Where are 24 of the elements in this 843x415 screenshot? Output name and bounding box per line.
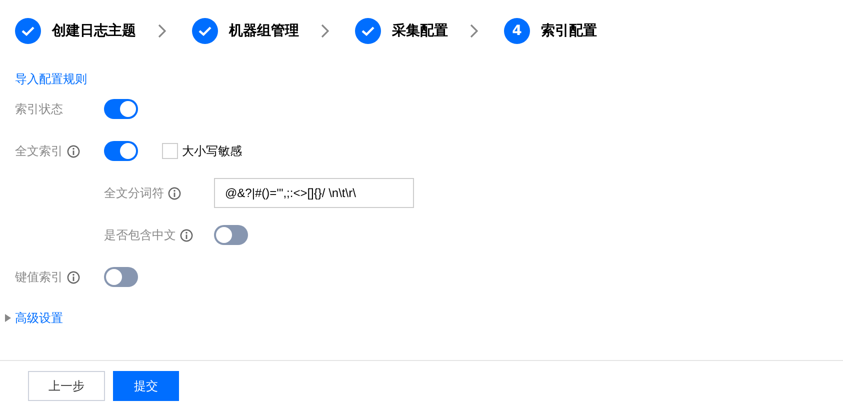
field-label: 键值索引 [15, 269, 63, 286]
step-number: 4 [504, 18, 530, 44]
input-field[interactable]: @&?|#()='",;:<>[]{}/ \n\t\r\ [214, 178, 414, 208]
toggle-switch[interactable] [104, 141, 138, 161]
checkbox-label: 大小写敏感 [182, 143, 242, 160]
toggle-switch[interactable] [104, 267, 138, 287]
advanced-settings-link[interactable]: 高级设置 [15, 309, 63, 327]
toggle-switch[interactable] [214, 225, 248, 245]
step-label: 采集配置 [392, 22, 448, 40]
field-label: 是否包含中文 [104, 227, 176, 244]
toggle-switch[interactable] [104, 99, 138, 119]
chevron-icon [321, 24, 329, 38]
field-label: 索引状态 [15, 101, 63, 118]
chevron-icon [470, 24, 478, 38]
field-label: 全文分词符 [104, 185, 164, 202]
step-label: 索引配置 [541, 22, 597, 40]
checkbox[interactable] [162, 143, 178, 159]
step-label: 创建日志主题 [52, 22, 136, 40]
field-label: 全文索引 [15, 143, 63, 160]
import-link[interactable]: 导入配置规则 [15, 62, 843, 88]
chevron-icon [158, 24, 166, 38]
step-label: 机器组管理 [229, 22, 299, 40]
submit-button[interactable]: 提交 [113, 371, 179, 401]
back-button[interactable]: 上一步 [28, 371, 105, 401]
